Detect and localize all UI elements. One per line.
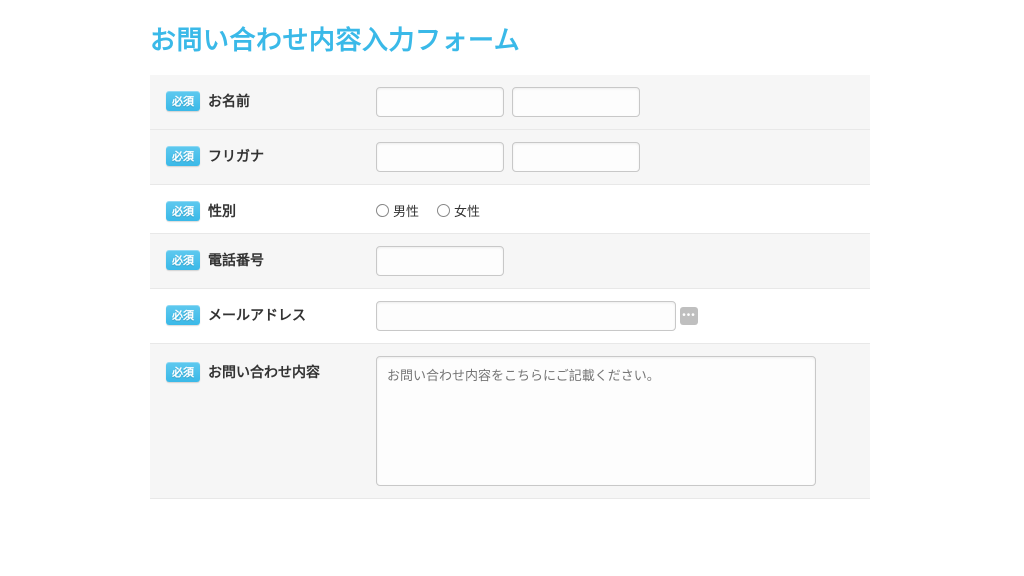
- required-badge: 必須: [166, 362, 200, 382]
- label-cell-name: 必須 お名前: [166, 87, 376, 111]
- email-autofill-icon[interactable]: •••: [680, 307, 698, 325]
- label-cell-email: 必須 メールアドレス: [166, 301, 376, 325]
- input-cell-gender: 男性 女性: [376, 197, 854, 220]
- input-cell-furigana: [376, 142, 854, 172]
- input-cell-inquiry: [376, 356, 854, 486]
- row-gender: 必須 性別 男性 女性: [150, 185, 870, 234]
- gender-male-label: 男性: [393, 201, 419, 220]
- label-phone: 電話番号: [208, 250, 264, 270]
- row-furigana: 必須 フリガナ: [150, 130, 870, 185]
- input-cell-phone: [376, 246, 854, 276]
- inquiry-textarea[interactable]: [376, 356, 816, 486]
- radio-icon: [437, 204, 450, 217]
- label-name: お名前: [208, 91, 250, 111]
- label-email: メールアドレス: [208, 305, 306, 325]
- gender-male-option[interactable]: 男性: [376, 201, 419, 220]
- input-cell-email: •••: [376, 301, 854, 331]
- label-furigana: フリガナ: [208, 146, 264, 166]
- form-title: お問い合わせ内容入力フォーム: [150, 20, 1024, 57]
- required-badge: 必須: [166, 146, 200, 166]
- row-name: 必須 お名前: [150, 75, 870, 130]
- gender-female-option[interactable]: 女性: [437, 201, 480, 220]
- required-badge: 必須: [166, 201, 200, 221]
- row-email: 必須 メールアドレス •••: [150, 289, 870, 344]
- contact-form: 必須 お名前 必須 フリガナ 必須 性別: [150, 75, 870, 499]
- dots-icon: •••: [682, 311, 696, 321]
- required-badge: 必須: [166, 91, 200, 111]
- label-cell-phone: 必須 電話番号: [166, 246, 376, 270]
- furigana-last-input[interactable]: [376, 142, 504, 172]
- label-inquiry: お問い合わせ内容: [208, 362, 320, 382]
- label-gender: 性別: [208, 201, 236, 221]
- phone-input[interactable]: [376, 246, 504, 276]
- row-inquiry: 必須 お問い合わせ内容: [150, 344, 870, 499]
- label-cell-gender: 必須 性別: [166, 197, 376, 221]
- furigana-first-input[interactable]: [512, 142, 640, 172]
- label-cell-furigana: 必須 フリガナ: [166, 142, 376, 166]
- label-cell-inquiry: 必須 お問い合わせ内容: [166, 356, 376, 382]
- radio-icon: [376, 204, 389, 217]
- name-last-input[interactable]: [376, 87, 504, 117]
- input-cell-name: [376, 87, 854, 117]
- required-badge: 必須: [166, 250, 200, 270]
- name-first-input[interactable]: [512, 87, 640, 117]
- required-badge: 必須: [166, 305, 200, 325]
- gender-female-label: 女性: [454, 201, 480, 220]
- gender-radio-group: 男性 女性: [376, 197, 480, 220]
- email-input[interactable]: [376, 301, 676, 331]
- row-phone: 必須 電話番号: [150, 234, 870, 289]
